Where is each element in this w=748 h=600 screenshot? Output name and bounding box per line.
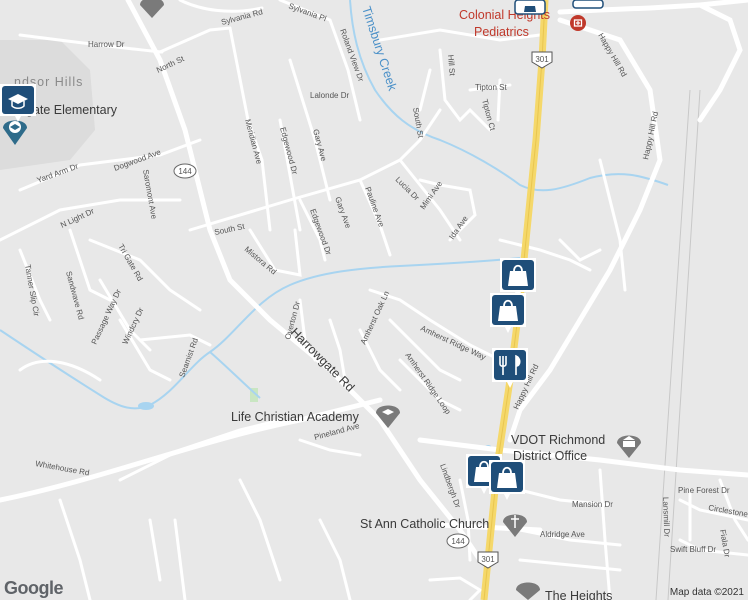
label-saromont-ave: Saromont Ave [141, 169, 159, 220]
school-icon[interactable] [376, 405, 400, 429]
label-pineland-ave: Pineland Ave [313, 421, 361, 442]
label-meridian-ave: Meridian Ave [243, 118, 264, 165]
map-attribution[interactable]: Map data ©2021 [670, 587, 744, 598]
label-lindbergh-dr: Lindbergh Dr [438, 463, 462, 510]
label-aldridge-ave: Aldridge Ave [540, 530, 585, 539]
label-tri-gate-rd: Tri Gate Rd [116, 243, 144, 283]
svg-text:301: 301 [535, 55, 549, 64]
label-lansmill-dr: Lansmill Dr [661, 497, 671, 538]
hospital-icon [570, 15, 586, 31]
label-edgewood-dr: Edgewood Dr [278, 126, 299, 175]
label-vdot-line1: VDOT Richmond [511, 433, 605, 447]
label-the-heights: The Heights [545, 589, 612, 600]
restaurant-icon[interactable] [492, 348, 528, 388]
label-mansion-dr: Mansion Dr [572, 500, 613, 509]
label-passage-way-dr: Passage Way Dr [90, 288, 124, 346]
label-gary-ave-2: Gary Ave [333, 196, 353, 230]
label-life-christian-academy: Life Christian Academy [231, 410, 360, 424]
svg-text:144: 144 [451, 537, 465, 546]
label-harrow-dr: Harrow Dr [88, 40, 125, 49]
shopping-bag-icon[interactable] [490, 293, 526, 333]
google-logo: Google [4, 578, 64, 598]
shopping-bag-icon[interactable] [489, 460, 525, 500]
map-base-layer: 144 144 301 301 Sylvania Rd Sylvania Pl … [0, 0, 748, 600]
label-timsbury-creek: Timsbury Creek [359, 5, 400, 93]
landmark-icon[interactable] [140, 0, 164, 18]
route-301-shield-south: 301 [477, 551, 499, 569]
shopping-bag-icon[interactable] [514, 0, 546, 15]
label-tanner-slip-cir: Tanner Slip Cir [23, 264, 41, 318]
label-lalonde-dr: Lalonde Dr [310, 91, 349, 100]
route-301-shield: 301 [531, 51, 553, 69]
label-fiala-dr: Fiala Dr [718, 529, 732, 558]
church-icon[interactable] [503, 514, 527, 538]
map-canvas[interactable]: 144 144 301 301 Sylvania Rd Sylvania Pl … [0, 0, 748, 600]
shopping-bag-icon[interactable] [572, 0, 604, 9]
route-144-shield-south: 144 [446, 533, 470, 549]
label-harrowgate-rd: Harrowgate Rd [288, 325, 357, 394]
label-swift-bluff-dr: Swift Bluff Dr [670, 545, 716, 554]
label-st-ann: St Ann Catholic Church [360, 517, 489, 531]
label-hill-st: Hill St [446, 54, 457, 76]
label-edgewood-dr-2: Edgewood Dr [308, 208, 333, 257]
pin-icon[interactable] [516, 582, 540, 600]
label-sandwave-rd: Sandwave Rd [64, 270, 86, 320]
museum-icon[interactable] [617, 435, 641, 459]
major-roads [0, 0, 748, 563]
label-yard-arm-dr: Yard Arm Dr [36, 161, 80, 184]
label-south-st-north: South St [411, 107, 425, 140]
label-amherst-ridge-loop: Amherst Ridge Loop [403, 351, 453, 416]
label-tipton-ct: Tipton Ct [480, 98, 497, 132]
label-sylvania-pl: Sylvania Pl [287, 1, 327, 23]
route-144-shield: 144 [173, 163, 197, 179]
label-whitehouse-rd: Whitehouse Rd [35, 459, 90, 477]
label-pine-forest-dr: Pine Forest Dr [678, 486, 730, 495]
shopping-bag-icon[interactable] [500, 258, 536, 298]
label-elementary: gate Elementary [26, 103, 118, 117]
svg-text:144: 144 [178, 167, 192, 176]
svg-text:301: 301 [481, 555, 495, 564]
label-south-st: South St [214, 222, 247, 237]
label-pauline-ave: Pauline Ave [363, 186, 386, 229]
label-gary-ave: Gary Ave [311, 128, 328, 163]
svg-text:Pediatrics: Pediatrics [474, 25, 529, 39]
label-amherst-oak-ln: Amherst Oak Ln [359, 290, 392, 346]
label-tipton-st: Tipton St [475, 83, 507, 92]
pond [138, 402, 154, 410]
label-amherst-ridge-way: Amherst Ridge Way [419, 324, 487, 362]
